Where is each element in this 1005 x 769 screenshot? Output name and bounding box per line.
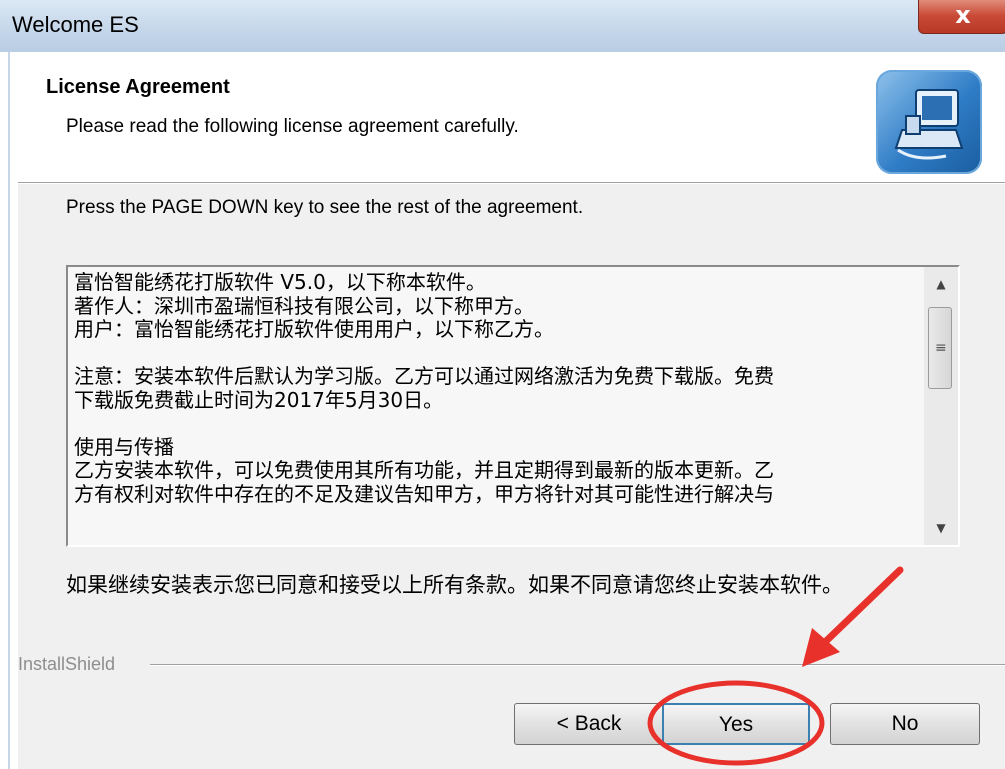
installer-window: Welcome ES x License Agreement Please re… (0, 0, 1005, 769)
annotation-overlay (647, 566, 904, 766)
highlight-circle-annotation (647, 680, 825, 766)
arrow-shaft-annotation (818, 566, 904, 649)
